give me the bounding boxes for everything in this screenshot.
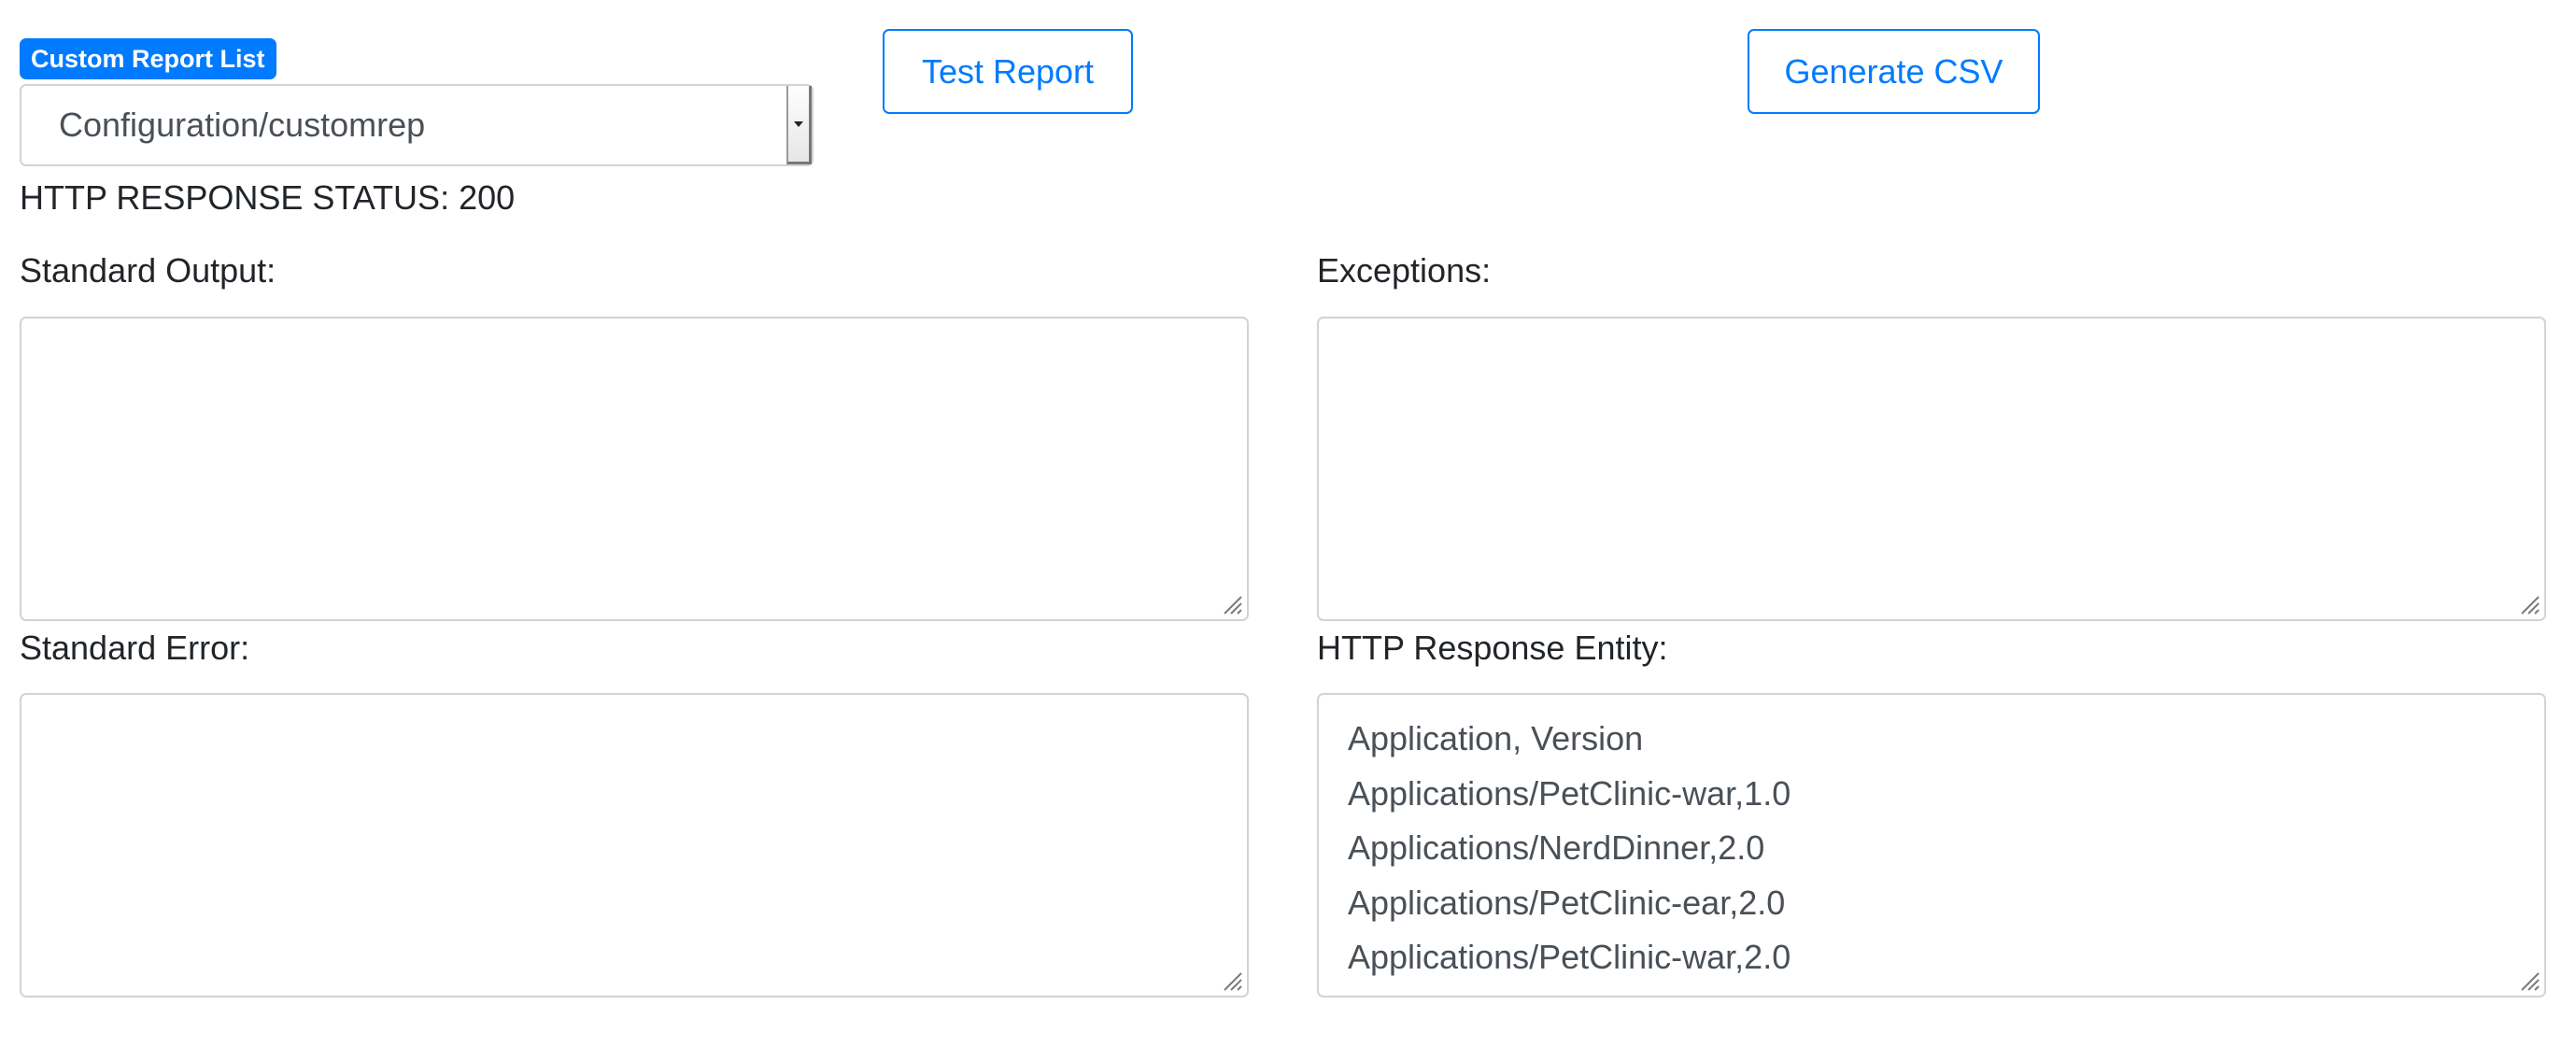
resize-grip-icon[interactable] bbox=[2516, 591, 2541, 615]
entity-line: Applications/PetClinic-war,1.0 bbox=[1348, 773, 1791, 813]
exceptions-textarea[interactable] bbox=[1317, 317, 2546, 621]
http-response-status: HTTP RESPONSE STATUS: 200 bbox=[20, 178, 516, 217]
http-response-entity-label: HTTP Response Entity: bbox=[1317, 629, 1668, 667]
report-select-value: Configuration/customrep bbox=[59, 106, 426, 144]
standard-error-label: Standard Error: bbox=[20, 629, 250, 667]
standard-error-textarea[interactable] bbox=[20, 693, 1249, 997]
entity-line: Applications/NerdDinner,2.0 bbox=[1348, 828, 1765, 867]
http-response-entity-text: Application, Version Applications/PetCli… bbox=[1348, 712, 1790, 985]
standard-output-label: Standard Output: bbox=[20, 251, 276, 290]
report-select[interactable]: Configuration/customrep bbox=[20, 84, 814, 166]
resize-grip-icon[interactable] bbox=[1219, 968, 1243, 992]
test-report-button[interactable]: Test Report bbox=[883, 29, 1133, 114]
entity-line: Applications/PetClinic-war,2.0 bbox=[1348, 938, 1791, 976]
http-response-entity-textarea[interactable]: Application, Version Applications/PetCli… bbox=[1317, 693, 2546, 997]
standard-output-textarea[interactable] bbox=[20, 317, 1249, 621]
resize-grip-icon[interactable] bbox=[2516, 968, 2541, 992]
exceptions-label: Exceptions: bbox=[1317, 251, 1492, 290]
entity-line: Applications/PetClinic-ear,2.0 bbox=[1348, 883, 1786, 922]
entity-line: Application, Version bbox=[1348, 719, 1644, 757]
caret-down-icon[interactable] bbox=[786, 86, 812, 164]
generate-csv-button[interactable]: Generate CSV bbox=[1748, 29, 2040, 114]
custom-report-list-badge: Custom Report List bbox=[20, 38, 276, 79]
resize-grip-icon[interactable] bbox=[1219, 591, 1243, 615]
